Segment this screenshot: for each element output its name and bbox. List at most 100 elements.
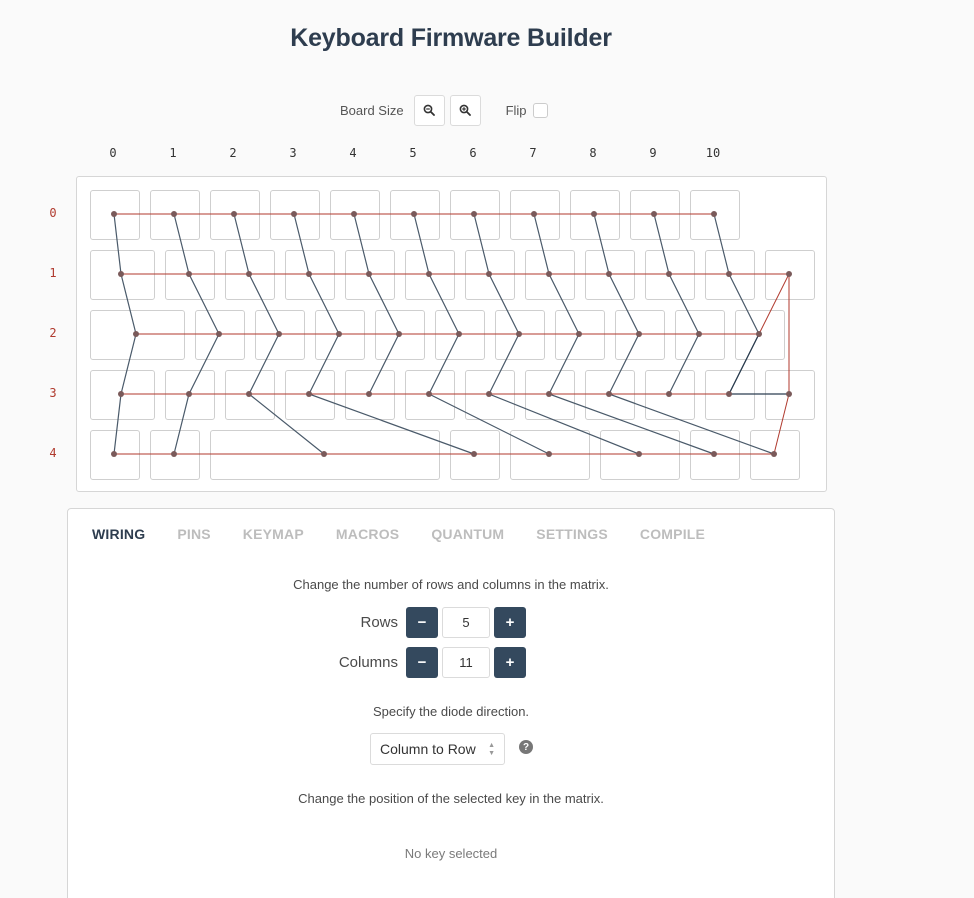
keyboard-key[interactable] [495,310,545,360]
keyboard-key[interactable] [630,190,680,240]
keyboard-key[interactable] [765,370,815,420]
column-label: 0 [109,146,117,160]
keyboard-key[interactable] [150,430,200,480]
row-label: 1 [49,266,57,280]
keyboard-key[interactable] [90,310,185,360]
row-label: 3 [49,386,57,400]
keyboard-key[interactable] [690,190,740,240]
keyboard-key[interactable] [210,430,440,480]
keyboard-key[interactable] [255,310,305,360]
board-size-label: Board Size [340,102,404,118]
settings-panel: WIRING PINS KEYMAP MACROS QUANTUM SETTINGS COM… [67,508,835,898]
columns-increment-button[interactable]: + [494,646,526,678]
flip-label: Flip [505,102,527,118]
keyboard-key[interactable] [600,430,680,480]
keyboard-key[interactable] [90,370,155,420]
row-label: 2 [49,326,57,340]
keyboard-key[interactable] [435,310,485,360]
keyboard-key[interactable] [450,190,500,240]
keyboard-key[interactable] [90,250,155,300]
select-arrows-icon: ▲ ▼ [488,742,495,757]
keyboard-key[interactable] [585,250,635,300]
keyboard-key[interactable] [465,250,515,300]
tab-settings[interactable]: SETTINGS [536,526,608,542]
keyboard-key[interactable] [285,250,335,300]
rows-decrement-button[interactable]: − [406,606,438,638]
keyboard-key[interactable] [315,310,365,360]
column-wire [653,213,700,395]
diode-direction-select[interactable]: Column to Row ▲ ▼ [370,733,505,765]
keyboard-key[interactable] [195,310,245,360]
keyboard-key[interactable] [405,250,455,300]
tab-wiring[interactable]: WIRING [92,526,145,542]
keyboard-key[interactable] [150,190,200,240]
columns-label: Columns [338,653,398,671]
keyboard-key[interactable] [585,370,635,420]
column-label: 8 [589,146,597,160]
column-label: 7 [529,146,537,160]
keyboard-key[interactable] [765,250,815,300]
keyboard-key[interactable] [90,430,140,480]
keyboard-key[interactable] [555,310,605,360]
keyboard-key[interactable] [165,250,215,300]
column-label: 3 [289,146,297,160]
flip-checkbox[interactable] [532,102,548,118]
keyboard-key[interactable] [390,190,440,240]
tab-keymap[interactable]: KEYMAP [243,526,304,542]
position-description: Change the position of the selected key … [298,791,604,806]
keyboard-key[interactable] [525,370,575,420]
keyboard-key[interactable] [675,310,725,360]
column-label: 2 [229,146,237,160]
zoom-in-button[interactable] [449,94,481,126]
row-label: 0 [49,206,57,220]
keyboard-key[interactable] [690,430,740,480]
zoom-out-button[interactable] [413,94,445,126]
keyboard-key[interactable] [165,370,215,420]
keyboard-key[interactable] [465,370,515,420]
board-toolbar: Board Size Flip [340,94,548,126]
keyboard-key[interactable] [270,190,320,240]
keyboard-key[interactable] [525,250,575,300]
keyboard-key[interactable] [210,190,260,240]
columns-decrement-button[interactable]: − [406,646,438,678]
rows-label: Rows [360,613,398,631]
keyboard-key[interactable] [615,310,665,360]
rows-value[interactable]: 5 [442,606,490,638]
keyboard-key[interactable] [330,190,380,240]
keyboard-key[interactable] [225,370,275,420]
keyboard-key[interactable] [705,250,755,300]
keyboard-key[interactable] [510,190,560,240]
tab-compile[interactable]: COMPILE [640,526,705,542]
help-icon[interactable]: ? [519,740,533,754]
keyboard-key[interactable] [345,370,395,420]
keyboard-board [76,176,827,492]
column-label: 9 [649,146,657,160]
keyboard-key[interactable] [90,190,140,240]
column-label: 1 [169,146,177,160]
column-label: 6 [469,146,477,160]
keyboard-key[interactable] [735,310,785,360]
keyboard-key[interactable] [705,370,755,420]
keyboard-key[interactable] [450,430,500,480]
tab-macros[interactable]: MACROS [336,526,399,542]
row-label: 4 [49,446,57,460]
column-label: 10 [705,146,721,160]
keyboard-key[interactable] [345,250,395,300]
keyboard-key[interactable] [510,430,590,480]
keyboard-key[interactable] [645,370,695,420]
tab-pins[interactable]: PINS [177,526,210,542]
tab-quantum[interactable]: QUANTUM [431,526,504,542]
keyboard-key[interactable] [570,190,620,240]
diode-description: Specify the diode direction. [372,704,530,719]
keyboard-key[interactable] [645,250,695,300]
columns-value[interactable]: 11 [442,646,490,678]
keyboard-key[interactable] [750,430,800,480]
keyboard-key[interactable] [225,250,275,300]
keyboard-key[interactable] [285,370,335,420]
keyboard-key[interactable] [405,370,455,420]
keyboard-key[interactable] [375,310,425,360]
rows-increment-button[interactable]: + [494,606,526,638]
column-label: 5 [409,146,417,160]
page-title: Keyboard Firmware Builder [290,24,612,52]
matrix-description: Change the number of rows and columns in… [293,577,609,592]
